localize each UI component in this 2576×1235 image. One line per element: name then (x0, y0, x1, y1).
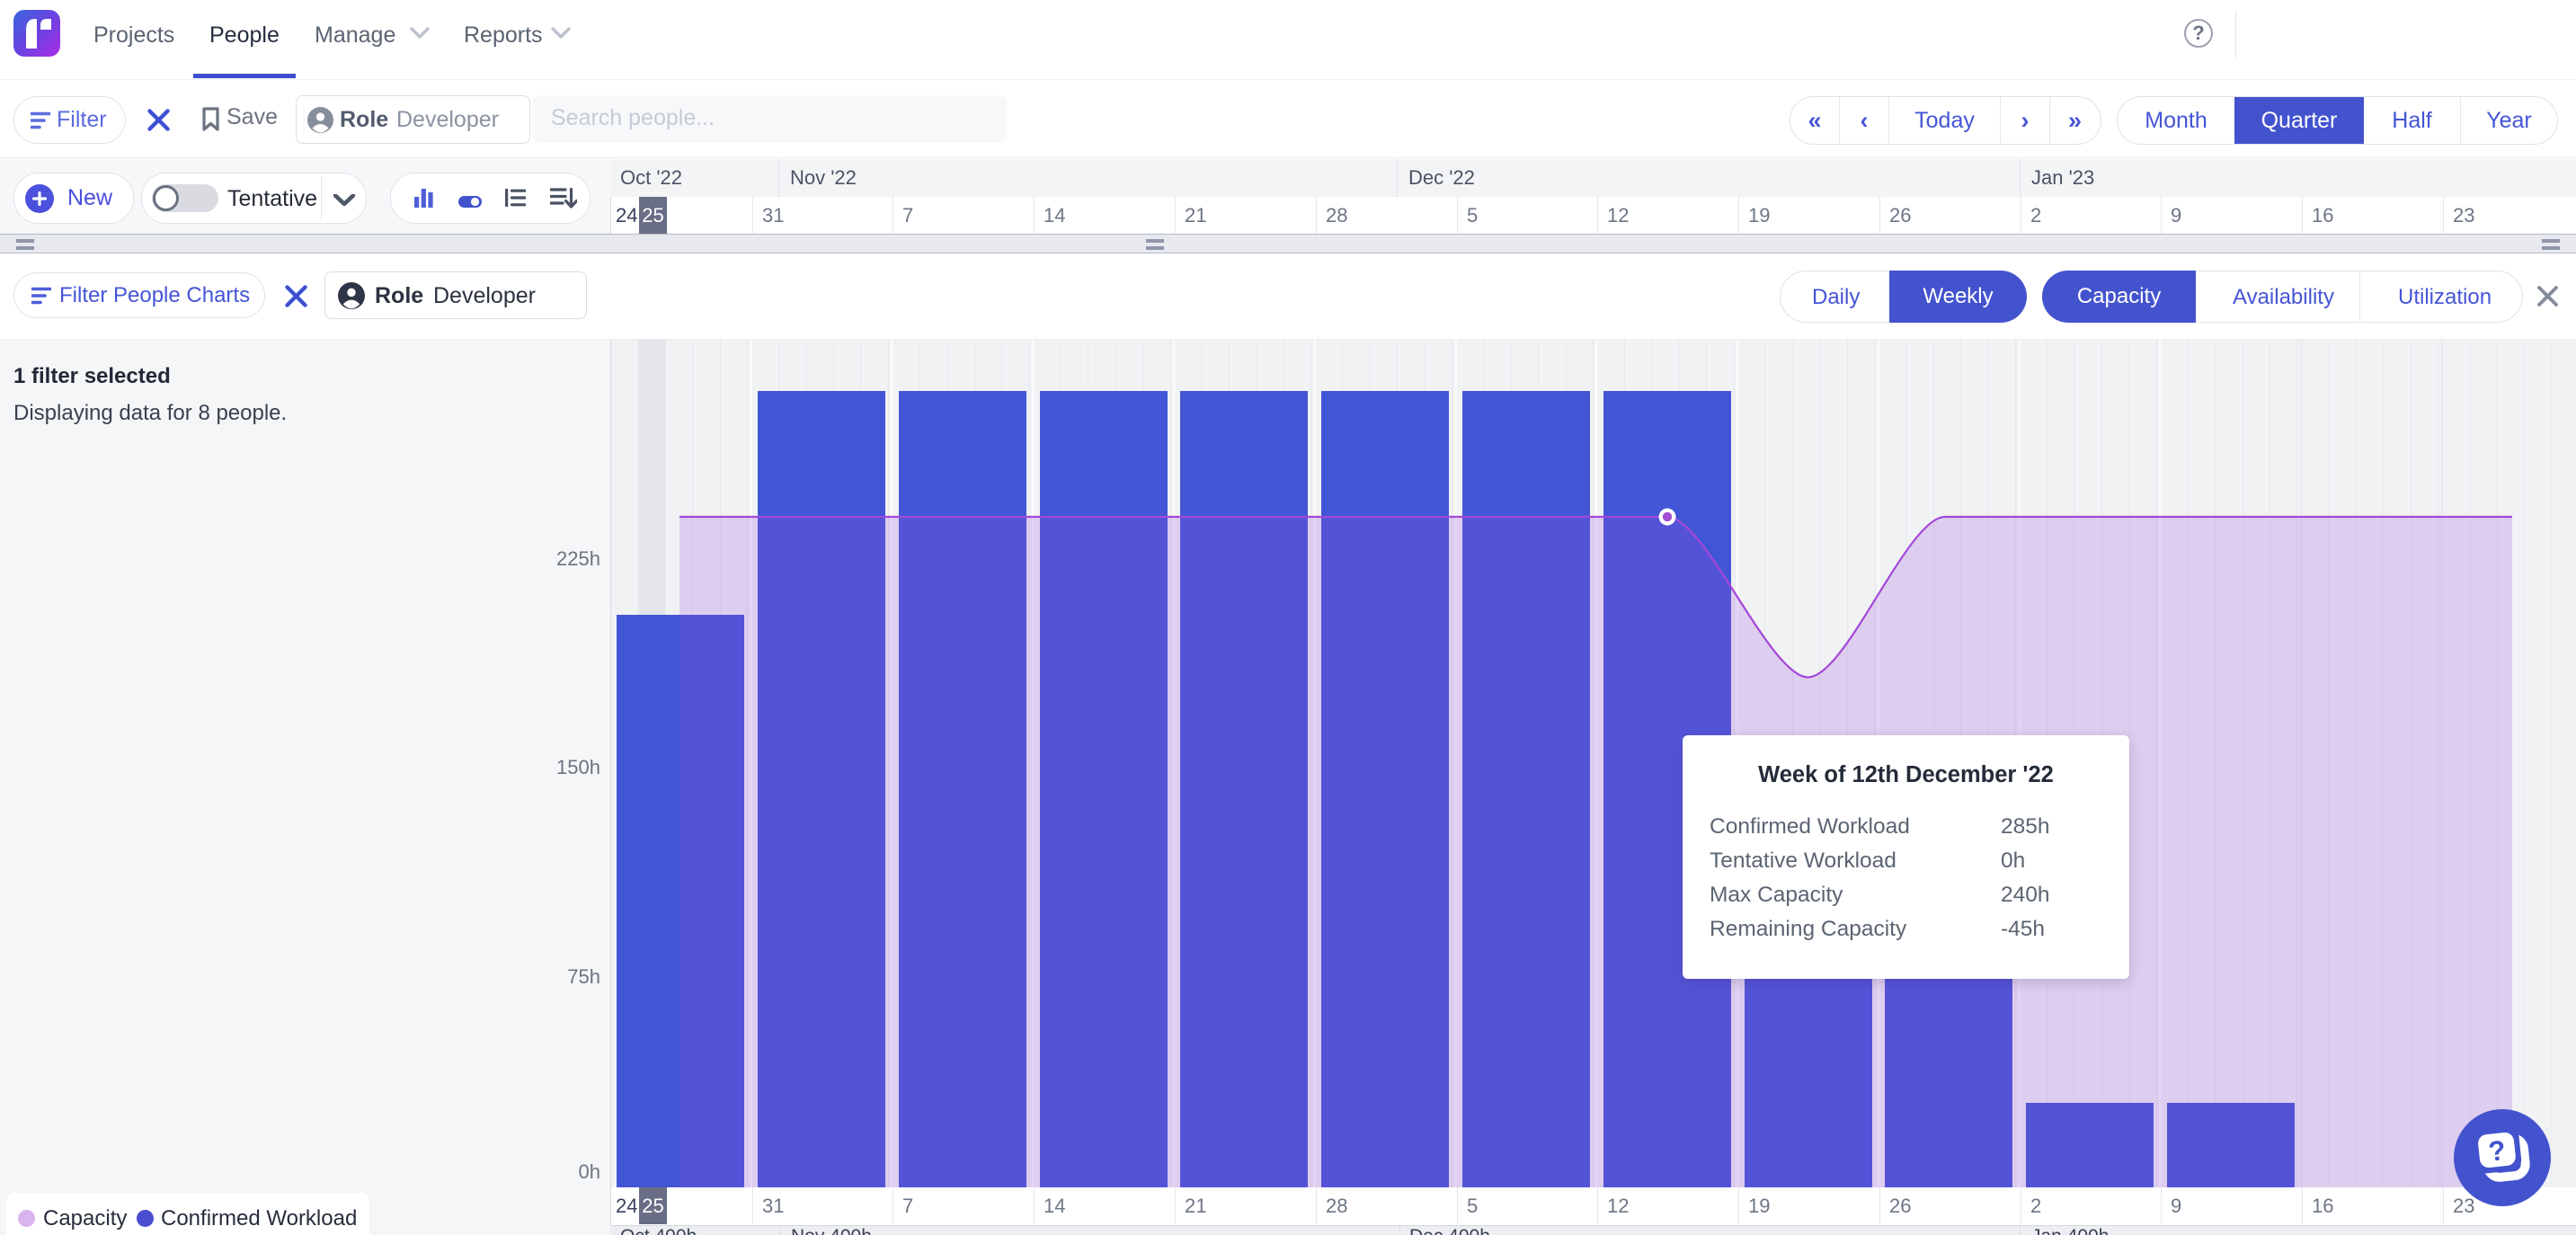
svg-text:?: ? (2487, 1134, 2507, 1168)
